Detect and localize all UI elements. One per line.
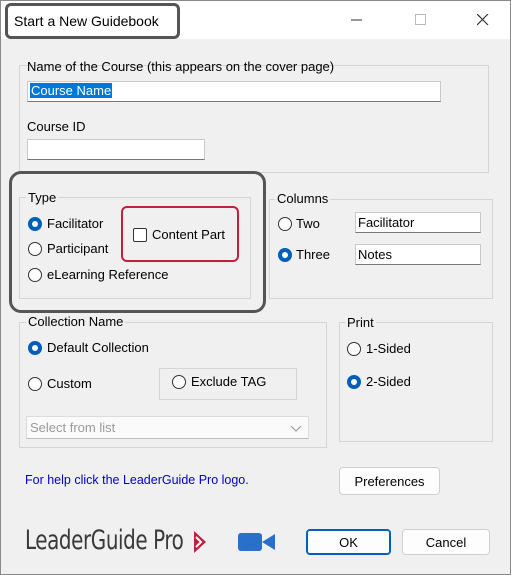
logo-arrow-icon xyxy=(194,531,206,553)
course-name-label: Name of the Course (this appears on the … xyxy=(27,59,335,74)
columns-two-label[interactable]: Two xyxy=(296,216,320,231)
type-legend: Type xyxy=(26,190,59,205)
type-facilitator-label[interactable]: Facilitator xyxy=(47,216,103,231)
guidebook-dialog: Start a New Guidebook Name of the Course… xyxy=(0,0,511,575)
close-icon xyxy=(477,14,489,26)
window-title: Start a New Guidebook xyxy=(5,3,180,39)
columns-three-label[interactable]: Three xyxy=(296,247,330,262)
title-bar: Start a New Guidebook xyxy=(1,1,510,39)
print-1sided-label[interactable]: 1-Sided xyxy=(366,341,411,356)
course-id-input[interactable] xyxy=(27,139,205,160)
content-part-checkbox[interactable] xyxy=(133,228,147,242)
collection-custom-radio[interactable] xyxy=(28,377,42,391)
minimize-icon xyxy=(351,19,362,21)
collection-select[interactable]: Select from list xyxy=(26,416,309,439)
logo-text: LeaderGuide Pro xyxy=(25,524,184,556)
columns-three-radio[interactable] xyxy=(278,248,292,262)
columns-legend: Columns xyxy=(275,191,331,206)
collection-custom-label[interactable]: Custom xyxy=(47,376,92,391)
collection-default-radio[interactable] xyxy=(28,341,42,355)
columns-two-radio[interactable] xyxy=(278,217,292,231)
column2-input[interactable]: Notes xyxy=(355,244,481,265)
minimize-button[interactable] xyxy=(335,5,379,35)
maximize-button[interactable] xyxy=(399,5,443,35)
column1-input[interactable]: Facilitator xyxy=(355,212,481,233)
type-elearning-label[interactable]: eLearning Reference xyxy=(47,267,168,282)
print-1sided-radio[interactable] xyxy=(347,342,361,356)
leaderguide-logo[interactable]: LeaderGuide Pro xyxy=(25,520,218,560)
preferences-button[interactable]: Preferences xyxy=(339,467,440,495)
print-2sided-radio[interactable] xyxy=(347,375,361,389)
type-participant-radio[interactable] xyxy=(28,242,42,256)
course-name-value: Course Name xyxy=(30,83,113,98)
type-participant-label[interactable]: Participant xyxy=(47,241,108,256)
video-camera-icon[interactable] xyxy=(238,531,276,553)
type-facilitator-radio[interactable] xyxy=(28,217,42,231)
exclude-tag-radio[interactable] xyxy=(172,375,186,389)
close-button[interactable] xyxy=(461,5,505,35)
exclude-tag-label[interactable]: Exclude TAG xyxy=(191,374,266,389)
print-group xyxy=(339,322,493,442)
content-part-label[interactable]: Content Part xyxy=(152,227,225,242)
collection-select-placeholder: Select from list xyxy=(30,420,116,435)
course-name-input[interactable]: Course Name xyxy=(27,81,441,102)
type-elearning-radio[interactable] xyxy=(28,268,42,282)
cancel-button[interactable]: Cancel xyxy=(402,529,490,555)
chevron-down-icon xyxy=(290,425,302,432)
print-2sided-label[interactable]: 2-Sided xyxy=(366,374,411,389)
ok-button[interactable]: OK xyxy=(306,529,391,555)
help-text: For help click the LeaderGuide Pro logo. xyxy=(25,473,249,487)
collection-default-label[interactable]: Default Collection xyxy=(47,340,149,355)
course-id-label: Course ID xyxy=(27,119,86,134)
collection-legend: Collection Name xyxy=(26,314,126,329)
print-legend: Print xyxy=(345,315,376,330)
maximize-icon xyxy=(415,14,426,25)
